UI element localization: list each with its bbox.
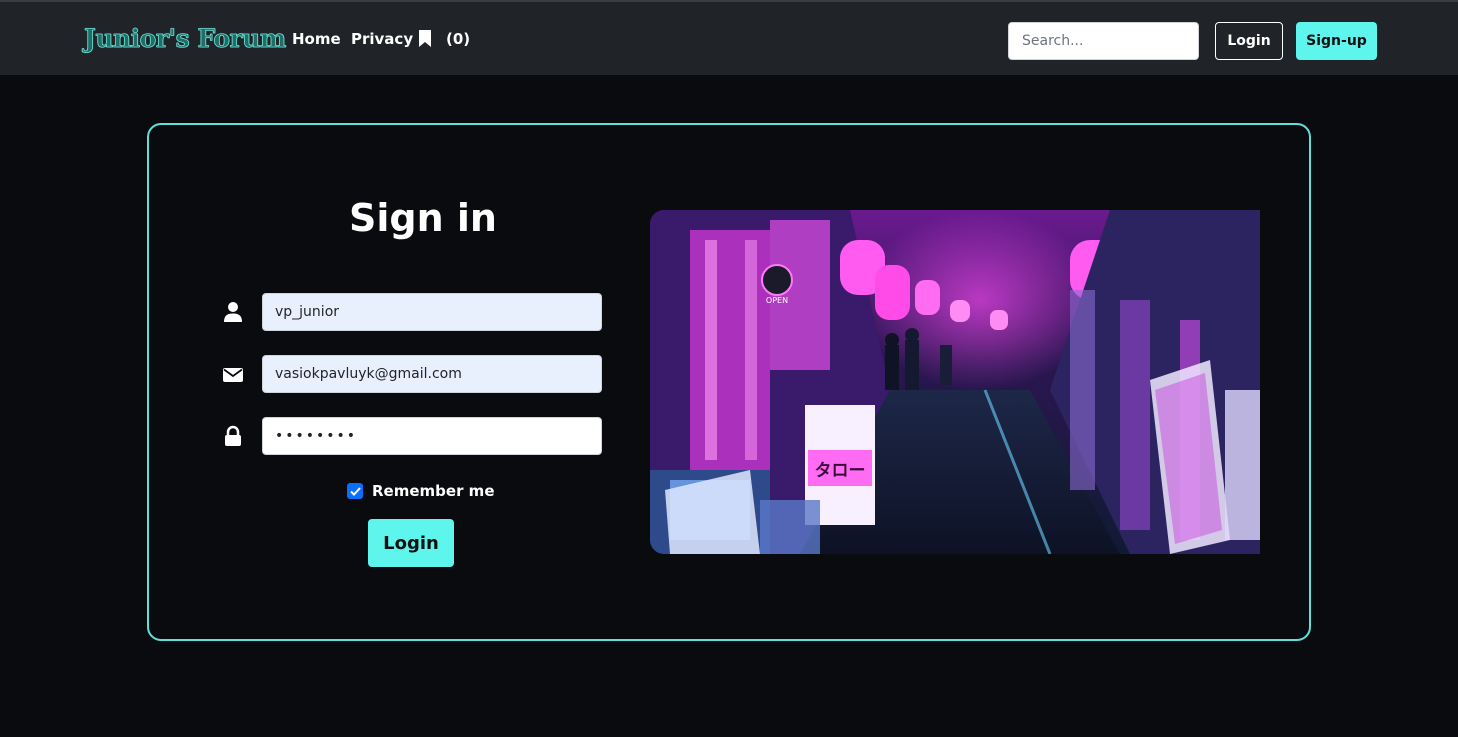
remember-checkbox[interactable] [347,483,363,499]
nav-login-button[interactable]: Login [1215,22,1283,60]
username-field[interactable] [262,293,602,331]
nav-signup-button[interactable]: Sign-up [1296,22,1377,60]
nav-home-link[interactable]: Home [292,30,341,48]
email-field[interactable] [262,355,602,393]
bookmark-count[interactable]: (0) [446,30,470,48]
neon-alley-image: タロー OPEN [650,210,1260,554]
brand-logo[interactable]: Junior's Forum [84,24,287,54]
page-title: Sign in [349,196,497,240]
hero-sign-text: タロー [815,461,866,481]
remember-label: Remember me [372,482,495,500]
login-submit-button[interactable]: Login [368,519,454,567]
search-input[interactable] [1008,22,1199,60]
user-icon [222,301,244,323]
remember-me[interactable]: Remember me [347,482,495,500]
navbar: Junior's Forum Home Privacy (0) Login Si… [0,0,1458,75]
envelope-icon [222,364,244,386]
lock-icon [222,425,244,447]
open-sign: OPEN [766,296,788,305]
nav-privacy-link[interactable]: Privacy [351,30,413,48]
password-field[interactable] [262,417,602,455]
bookmark-icon[interactable] [418,30,432,47]
